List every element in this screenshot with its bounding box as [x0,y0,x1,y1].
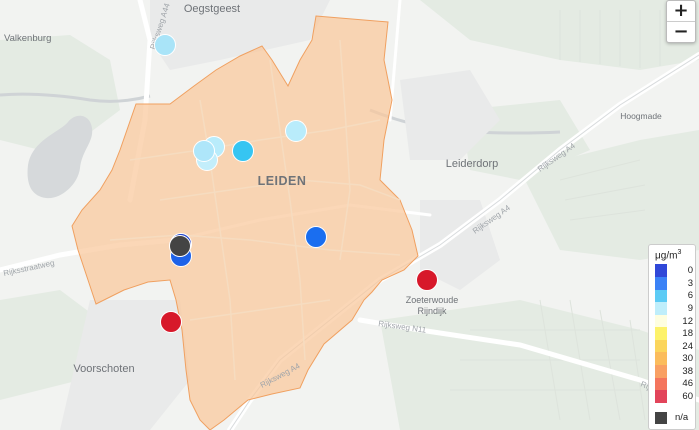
legend-swatch [655,302,667,315]
zoom-in-button[interactable]: + [667,1,695,21]
sensor-marker-s6[interactable] [232,140,254,162]
legend-unit: μg/m3 [655,249,682,262]
place-label-zoeterwoude: Zoeterwoude [406,295,459,305]
legend-row: 0 [655,264,695,277]
zoom-out-button[interactable]: − [667,21,695,42]
sensor-marker-s7[interactable] [305,226,327,248]
legend-value-label: 9 [687,302,693,314]
legend-swatch [655,314,667,328]
sensor-marker-s12[interactable] [160,311,182,333]
legend-swatch [655,377,667,391]
legend-value-label: 30 [682,353,693,365]
legend-row: 38 [655,365,695,378]
legend-swatch [655,289,667,303]
legend-na-label: n/a [675,412,689,424]
legend-value-label: 46 [682,378,693,390]
place-label-hoogmade: Hoogmade [620,111,662,121]
place-label-rijndijk: Rijndijk [417,306,447,316]
legend-value-label: 12 [682,315,693,327]
legend-row: 18 [655,327,695,340]
map-canvas[interactable]: Oegstgeest Valkenburg LEIDEN Leiderdorp … [0,0,699,430]
legend-row: 9 [655,302,695,315]
legend-swatch [655,327,667,340]
place-label-oegstgeest: Oegstgeest [184,3,240,15]
legend-row: 24 [655,339,695,353]
legend-swatch [655,365,667,378]
legend-swatch [655,352,667,366]
legend-row: 46 [655,377,695,391]
place-label-valkenburg: Valkenburg [4,33,51,44]
legend-value-label: 24 [682,340,693,352]
legend-value-label: 3 [687,277,693,289]
place-label-leiderdorp: Leiderdorp [446,158,499,170]
legend-row: 30 [655,352,695,366]
sensor-marker-s2[interactable] [285,120,307,142]
legend-na-row: n/a [655,411,695,424]
legend-scale: 0 3 6 9 12 18 24 30 38 46 60 [655,264,695,403]
legend-na-swatch [655,411,667,424]
legend-swatch [655,339,667,353]
legend-value-label: 0 [687,265,693,277]
zoom-control: + − [666,0,696,43]
legend-swatch [655,276,667,290]
legend-row: 6 [655,289,695,303]
legend: μg/m3 0 3 6 9 12 18 24 30 38 46 60 n/a [648,244,696,430]
legend-value-label: 6 [687,290,693,302]
legend-row: 60 [655,390,695,403]
sensor-marker-s11[interactable] [416,269,438,291]
legend-swatch [655,390,667,403]
legend-row: 12 [655,314,695,328]
legend-value-label: 18 [682,328,693,340]
sensor-marker-s1[interactable] [154,34,176,56]
sensor-marker-s10[interactable] [169,235,191,257]
legend-value-label: 60 [682,391,693,403]
place-label-voorschoten: Voorschoten [73,363,134,375]
legend-value-label: 38 [682,365,693,377]
legend-row: 3 [655,276,695,290]
sensor-marker-s5[interactable] [193,140,215,162]
legend-swatch [655,264,667,277]
place-label-leiden: LEIDEN [258,174,307,188]
